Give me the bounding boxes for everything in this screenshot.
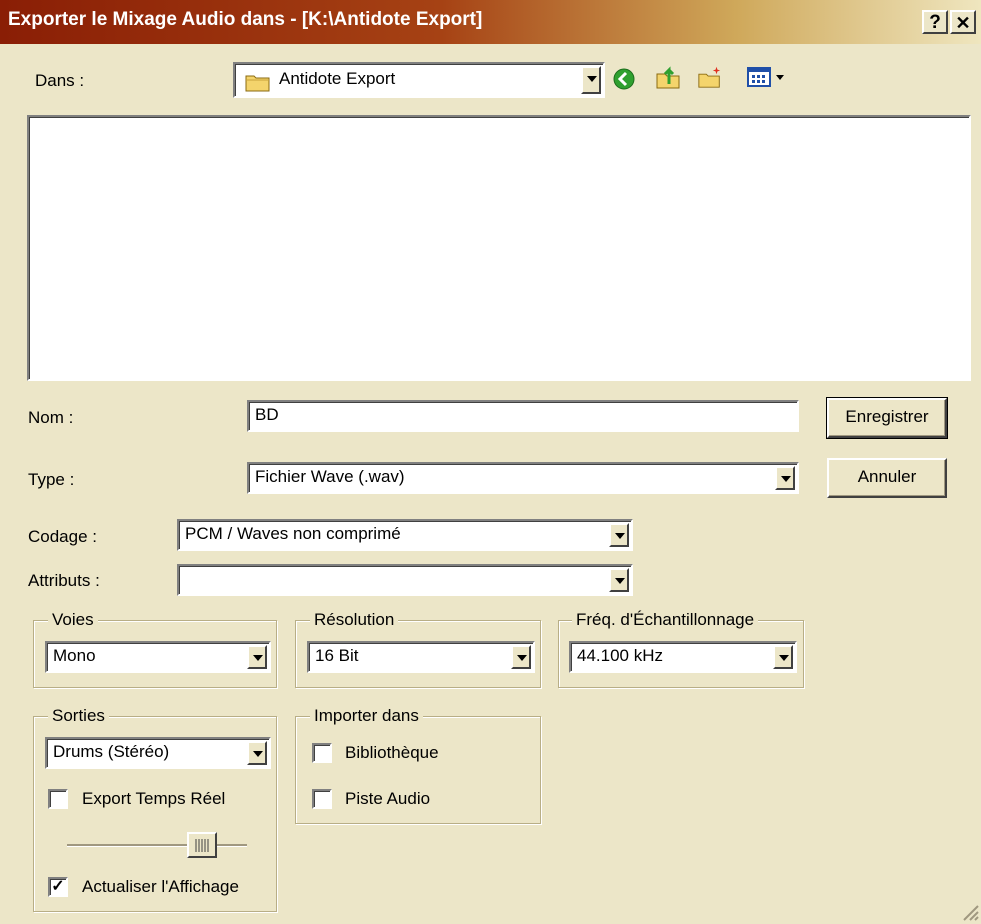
- audio-track-label: Piste Audio: [345, 789, 431, 808]
- resize-grip-icon[interactable]: [958, 900, 980, 924]
- location-dropdown-button[interactable]: [581, 66, 601, 94]
- outputs-dropdown-button[interactable]: [247, 741, 267, 765]
- library-checkbox[interactable]: [312, 743, 332, 763]
- name-label: Nom :: [28, 408, 74, 427]
- channels-legend: Voies: [48, 610, 98, 630]
- outputs-select[interactable]: Drums (Stéréo): [45, 737, 271, 769]
- file-list[interactable]: [27, 115, 971, 381]
- location-value: Antidote Export: [279, 69, 396, 88]
- refresh-display-checkbox[interactable]: ✓: [48, 877, 68, 897]
- close-icon: ✕: [955, 13, 971, 33]
- type-dropdown-button[interactable]: [775, 466, 795, 490]
- type-value: Fichier Wave (.wav): [255, 467, 405, 486]
- slider-thumb[interactable]: [187, 832, 217, 858]
- cancel-button[interactable]: Annuler: [827, 458, 947, 498]
- sample-rate-legend: Fréq. d'Échantillonnage: [572, 610, 759, 630]
- slider-track[interactable]: [67, 844, 247, 847]
- up-folder-icon[interactable]: [655, 64, 681, 90]
- sample-rate-value: 44.100 kHz: [577, 646, 663, 665]
- attributes-dropdown-button[interactable]: [609, 568, 629, 592]
- location-select[interactable]: Antidote Export: [233, 62, 605, 98]
- encoding-dropdown-button[interactable]: [609, 523, 629, 547]
- new-folder-icon[interactable]: [697, 64, 723, 90]
- resolution-value: 16 Bit: [315, 646, 359, 665]
- realtime-export-checkbox[interactable]: [48, 789, 68, 809]
- close-button[interactable]: ✕: [950, 10, 976, 34]
- import-legend: Importer dans: [310, 706, 423, 726]
- channels-dropdown-button[interactable]: [247, 645, 267, 669]
- back-icon[interactable]: [611, 66, 637, 92]
- help-button[interactable]: ?: [922, 10, 948, 34]
- channels-value: Mono: [53, 646, 96, 665]
- encoding-label: Codage :: [28, 527, 97, 546]
- resolution-select[interactable]: 16 Bit: [307, 641, 535, 673]
- outputs-value: Drums (Stéréo): [53, 742, 170, 761]
- attributes-select[interactable]: [177, 564, 633, 596]
- location-label: Dans :: [35, 71, 85, 90]
- folder-icon: [245, 72, 271, 96]
- realtime-export-label: Export Temps Réel: [82, 789, 226, 808]
- view-menu-icon[interactable]: [743, 64, 791, 90]
- sample-rate-select[interactable]: 44.100 kHz: [569, 641, 797, 673]
- type-select[interactable]: Fichier Wave (.wav): [247, 462, 799, 494]
- library-label: Bibliothèque: [345, 743, 439, 762]
- resolution-legend: Résolution: [310, 610, 399, 630]
- title-bar[interactable]: Exporter le Mixage Audio dans - [K:\Anti…: [0, 0, 981, 44]
- window-title: Exporter le Mixage Audio dans - [K:\Anti…: [8, 9, 483, 30]
- sample-rate-dropdown-button[interactable]: [773, 645, 793, 669]
- type-label: Type :: [28, 470, 75, 489]
- name-input[interactable]: BD: [247, 400, 799, 432]
- encoding-value: PCM / Waves non comprimé: [185, 524, 401, 543]
- refresh-display-label: Actualiser l'Affichage: [82, 877, 239, 896]
- outputs-legend: Sorties: [48, 706, 109, 726]
- channels-select[interactable]: Mono: [45, 641, 271, 673]
- save-button[interactable]: Enregistrer: [826, 397, 948, 439]
- attributes-label: Attributs :: [28, 571, 100, 590]
- audio-track-checkbox[interactable]: [312, 789, 332, 809]
- resolution-dropdown-button[interactable]: [511, 645, 531, 669]
- encoding-select[interactable]: PCM / Waves non comprimé: [177, 519, 633, 551]
